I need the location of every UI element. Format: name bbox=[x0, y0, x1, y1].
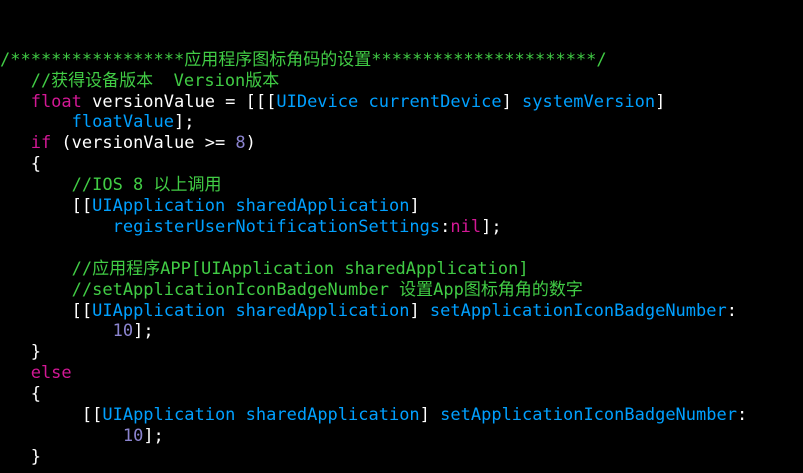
code-text: { bbox=[0, 384, 41, 405]
code-identifier: UIDevice bbox=[276, 91, 359, 112]
code-comment: //setApplicationIconBadgeNumber 设置App图标角… bbox=[0, 279, 583, 300]
code-comment: //应用程序APP[UIApplication sharedApplicatio… bbox=[0, 258, 529, 279]
code-text: : bbox=[440, 216, 451, 237]
code-text: ]; bbox=[174, 112, 195, 133]
code-identifier: UIApplication bbox=[92, 196, 226, 217]
code-line: //IOS 8 以上调用 bbox=[0, 175, 803, 196]
code-comment: //IOS 8 以上调用 bbox=[0, 175, 222, 196]
code-line: float versionValue = [[[UIDevice current… bbox=[0, 92, 803, 113]
code-comment: /*****************应用程序图标角码的设置***********… bbox=[0, 49, 607, 70]
code-line: floatValue]; bbox=[0, 112, 803, 133]
code-text: ]; bbox=[481, 216, 502, 237]
code-number: 8 bbox=[235, 133, 246, 154]
code-text: { bbox=[0, 154, 41, 175]
code-identifier: sharedApplication bbox=[245, 404, 420, 425]
code-number: 10 bbox=[112, 321, 134, 342]
code-block: /*****************应用程序图标角码的设置***********… bbox=[0, 50, 803, 468]
code-identifier: floatValue bbox=[71, 112, 175, 133]
code-line bbox=[0, 238, 803, 259]
code-text: versionValue = [[[ bbox=[81, 91, 277, 112]
code-identifier: setApplicationIconBadgeNumber bbox=[440, 404, 737, 425]
code-text: } bbox=[0, 446, 41, 467]
code-keyword: float bbox=[0, 91, 82, 112]
code-text: ]; bbox=[133, 321, 154, 342]
code-text: } bbox=[0, 342, 41, 363]
code-line: else bbox=[0, 363, 803, 384]
code-line: [[UIApplication sharedApplication] setAp… bbox=[0, 301, 803, 322]
code-line: //setApplicationIconBadgeNumber 设置App图标角… bbox=[0, 280, 803, 301]
code-line: [[UIApplication sharedApplication] bbox=[0, 196, 803, 217]
code-text: [[ bbox=[0, 300, 93, 321]
code-line: 10]; bbox=[0, 321, 803, 342]
code-line: /*****************应用程序图标角码的设置***********… bbox=[0, 50, 803, 71]
code-text: ] bbox=[409, 300, 430, 321]
code-text: ] bbox=[419, 404, 441, 425]
code-identifier: setApplicationIconBadgeNumber bbox=[429, 300, 727, 321]
code-text: : bbox=[736, 404, 748, 425]
code-comment: //获得设备版本 Version版本 bbox=[0, 70, 280, 91]
code-line: if (versionValue >= 8) bbox=[0, 133, 803, 154]
code-identifier: systemVersion bbox=[522, 91, 656, 112]
code-line: { bbox=[0, 154, 803, 175]
code-identifier: UIApplication bbox=[102, 404, 236, 425]
code-keyword: else bbox=[0, 363, 72, 384]
code-line: registerUserNotificationSettings:nil]; bbox=[0, 217, 803, 238]
code-line: } bbox=[0, 342, 803, 363]
code-text: ]; bbox=[143, 425, 164, 446]
code-line: 10]; bbox=[0, 426, 803, 447]
code-text: ] bbox=[409, 196, 420, 217]
code-identifier: registerUserNotificationSettings bbox=[112, 216, 441, 237]
code-line: } bbox=[0, 447, 803, 468]
code-line: //应用程序APP[UIApplication sharedApplicatio… bbox=[0, 259, 803, 280]
code-text: [[ bbox=[0, 404, 103, 425]
code-identifier: UIApplication bbox=[92, 300, 226, 321]
code-number: 10 bbox=[122, 425, 144, 446]
code-editor[interactable]: /*****************应用程序图标角码的设置***********… bbox=[0, 0, 803, 473]
code-keyword: nil bbox=[450, 216, 482, 237]
code-keyword: if bbox=[0, 133, 52, 154]
code-text: [[ bbox=[0, 196, 93, 217]
code-line: [[UIApplication sharedApplication] setAp… bbox=[0, 405, 803, 426]
code-text: ] bbox=[501, 91, 523, 112]
code-text: (versionValue >= bbox=[51, 133, 236, 154]
code-text: ) bbox=[245, 133, 256, 154]
code-identifier: currentDevice bbox=[368, 91, 502, 112]
code-identifier: sharedApplication bbox=[235, 300, 410, 321]
code-text: : bbox=[726, 300, 737, 321]
code-line: { bbox=[0, 384, 803, 405]
code-text: ] bbox=[655, 91, 666, 112]
code-line: //获得设备版本 Version版本 bbox=[0, 71, 803, 92]
code-identifier: sharedApplication bbox=[235, 196, 410, 217]
